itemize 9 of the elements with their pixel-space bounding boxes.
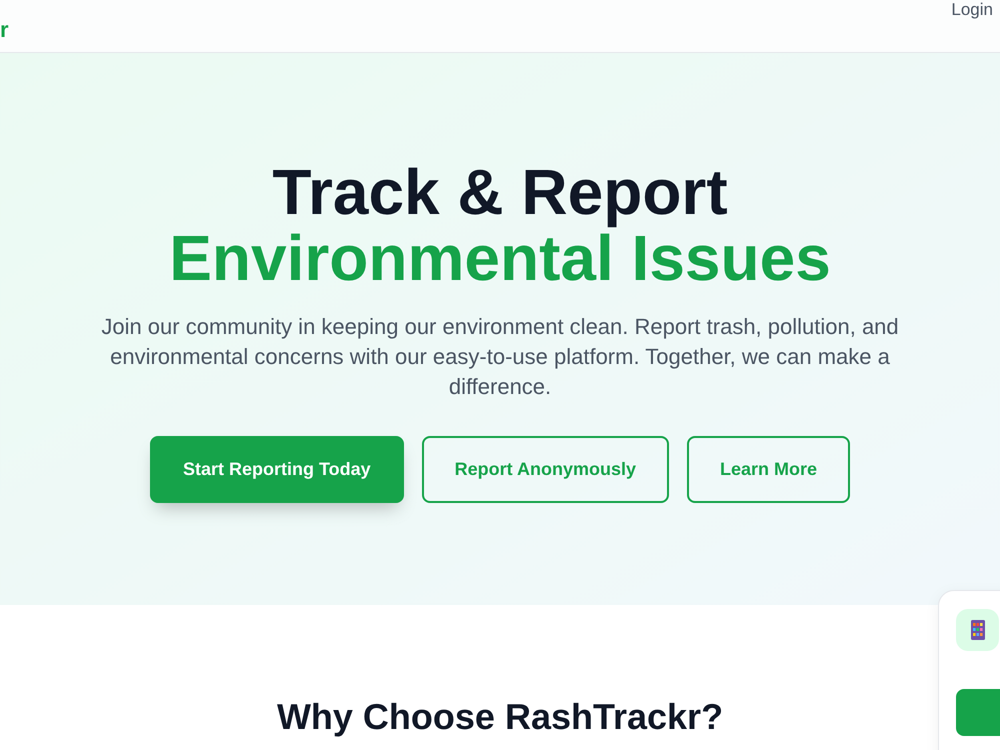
start-reporting-button[interactable]: Start Reporting Today (150, 436, 404, 503)
outline-button[interactable]: Report Anonymously (422, 436, 669, 503)
hero-title: Track & Report (271, 159, 729, 225)
color-grid-icon (956, 609, 999, 651)
hero-description: Join our community in keeping our environment clean. Report trash, pollution, and environmental concerns with our easy-to-use platform. Together, we can make a difference. (100, 313, 900, 401)
login-link[interactable]: Login (951, 0, 993, 20)
outline-button[interactable]: Learn More (687, 436, 850, 503)
section-heading: Why Choose RashTrackr? (276, 695, 724, 739)
logo-text[interactable]: r (0, 18, 9, 42)
